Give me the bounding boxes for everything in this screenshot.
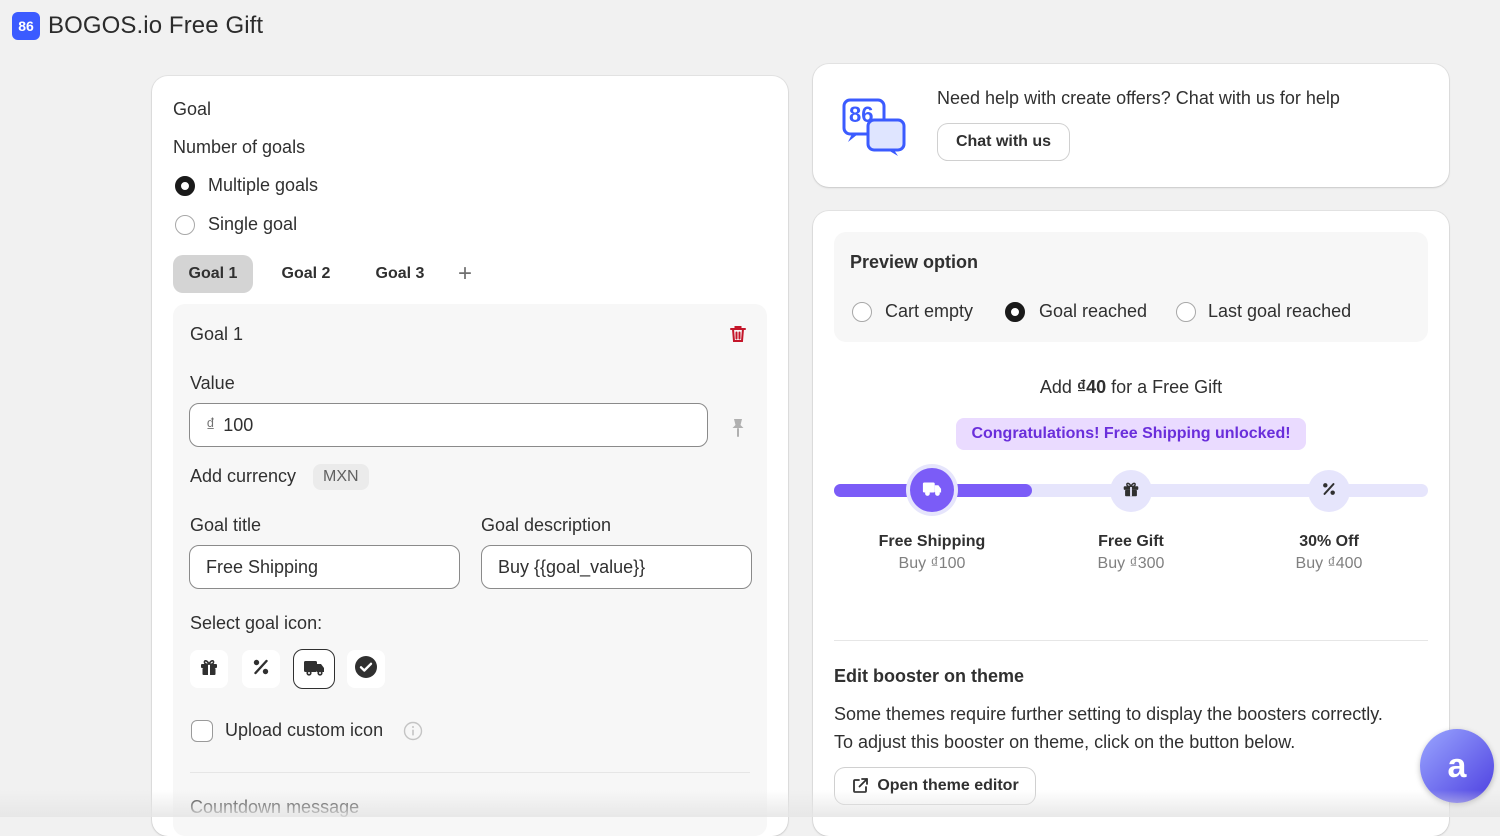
add-goal-icon[interactable]: + <box>458 262 472 286</box>
currency-symbol: ₫ <box>206 414 216 435</box>
chat-widget-button[interactable]: a <box>1420 729 1494 803</box>
tab-goal-2[interactable]: Goal 2 <box>266 255 346 293</box>
radio-cart-empty[interactable] <box>852 302 872 322</box>
delete-icon[interactable] <box>727 323 749 345</box>
goal-heading: Goal <box>173 99 212 119</box>
preview-option-box <box>834 232 1428 342</box>
booster-line-1: Some themes require further setting to d… <box>834 704 1383 724</box>
tab-goal-3[interactable]: Goal 3 <box>360 255 440 293</box>
upload-custom-icon-label: Upload custom icon <box>225 720 384 740</box>
gift-icon <box>1121 479 1141 504</box>
goal-icon-truck[interactable] <box>293 649 335 689</box>
upload-custom-icon-checkbox[interactable] <box>191 720 213 742</box>
last-goal-reached-label: Last goal reached <box>1208 301 1352 321</box>
radio-multiple-goals[interactable] <box>175 176 195 196</box>
value-label: Value <box>190 373 235 393</box>
open-theme-editor-button[interactable]: Open theme editor <box>835 768 1035 804</box>
preview-divider <box>834 640 1428 641</box>
app-logo-icon: 86 <box>12 12 40 40</box>
single-goal-label: Single goal <box>208 214 298 234</box>
goal-description-input[interactable]: Buy {{goal_value}} <box>481 545 752 589</box>
goal-icon-percent[interactable] <box>242 650 280 688</box>
goal-reached-label: Goal reached <box>1039 301 1148 321</box>
preview-message-prefix: Add <box>1039 377 1072 397</box>
milestone-title-2: Free Gift <box>1098 533 1164 550</box>
value-text: 100 <box>223 414 254 435</box>
milestone-subtitle-3: Buy ₫400 <box>1295 555 1363 572</box>
goal-description-label: Goal description <box>481 515 612 535</box>
milestone-free-gift <box>1110 470 1152 512</box>
preview-message-suffix: for a Free Gift <box>1111 377 1223 397</box>
app-title: BOGOS.io Free Gift <box>48 12 264 39</box>
milestone-30-off <box>1308 470 1350 512</box>
gift-icon <box>198 656 220 683</box>
percent-icon <box>1320 480 1338 503</box>
info-icon[interactable] <box>403 721 423 741</box>
countdown-message-label: Countdown message <box>190 797 360 817</box>
truck-icon <box>302 656 326 683</box>
radio-last-goal-reached[interactable] <box>1176 302 1196 322</box>
help-text: Need help with create offers? Chat with … <box>937 88 1340 108</box>
goal-title-input[interactable]: Free Shipping <box>189 545 460 589</box>
milestone-subtitle-1: Buy ₫100 <box>898 555 966 572</box>
multiple-goals-label: Multiple goals <box>208 175 319 195</box>
external-link-icon <box>851 777 869 795</box>
milestone-subtitle-2: Buy ₫300 <box>1097 555 1165 572</box>
booster-heading: Edit booster on theme <box>834 666 1025 686</box>
number-of-goals-label: Number of goals <box>173 137 306 157</box>
value-input[interactable]: ₫ 100 <box>189 403 708 447</box>
goal-detail-divider <box>190 772 750 773</box>
milestone-title-3: 30% Off <box>1299 533 1359 550</box>
preview-message: Add ₫40 for a Free Gift <box>834 377 1428 398</box>
open-theme-editor-label: Open theme editor <box>877 777 1019 794</box>
goal-title-label: Goal title <box>190 515 262 535</box>
radio-single-goal[interactable] <box>175 215 195 235</box>
booster-line-2: To adjust this booster on theme, click o… <box>834 732 1296 752</box>
milestone-title-1: Free Shipping <box>878 533 986 550</box>
add-currency-label: Add currency <box>190 466 297 486</box>
chat-widget-glyph: a <box>1447 746 1467 785</box>
percent-icon <box>250 656 272 683</box>
goal-icon-gift[interactable] <box>190 650 228 688</box>
app-logo-text: 86 <box>18 18 34 34</box>
truck-icon <box>921 478 943 503</box>
goal-icon-check[interactable] <box>347 650 385 688</box>
check-circle-icon <box>354 655 378 684</box>
currency-badge[interactable]: MXN <box>313 464 369 490</box>
app-header: 86 BOGOS.io Free Gift <box>12 10 263 42</box>
milestone-free-shipping <box>910 468 954 512</box>
preview-option-heading: Preview option <box>850 252 979 272</box>
select-goal-icon-label: Select goal icon: <box>190 613 323 633</box>
pin-icon[interactable] <box>728 417 748 439</box>
goal-detail-title: Goal 1 <box>190 324 244 344</box>
chat-support-logo-icon: 86 <box>838 94 910 158</box>
radio-goal-reached[interactable] <box>1005 302 1025 322</box>
chat-with-us-button[interactable]: Chat with us <box>938 124 1069 160</box>
tab-goal-1[interactable]: Goal 1 <box>173 255 253 293</box>
congrats-banner: Congratulations! Free Shipping unlocked! <box>956 418 1306 450</box>
cart-empty-label: Cart empty <box>885 301 974 321</box>
chat-support-logo-text: 86 <box>849 102 874 127</box>
preview-message-amount: ₫40 <box>1076 377 1107 397</box>
